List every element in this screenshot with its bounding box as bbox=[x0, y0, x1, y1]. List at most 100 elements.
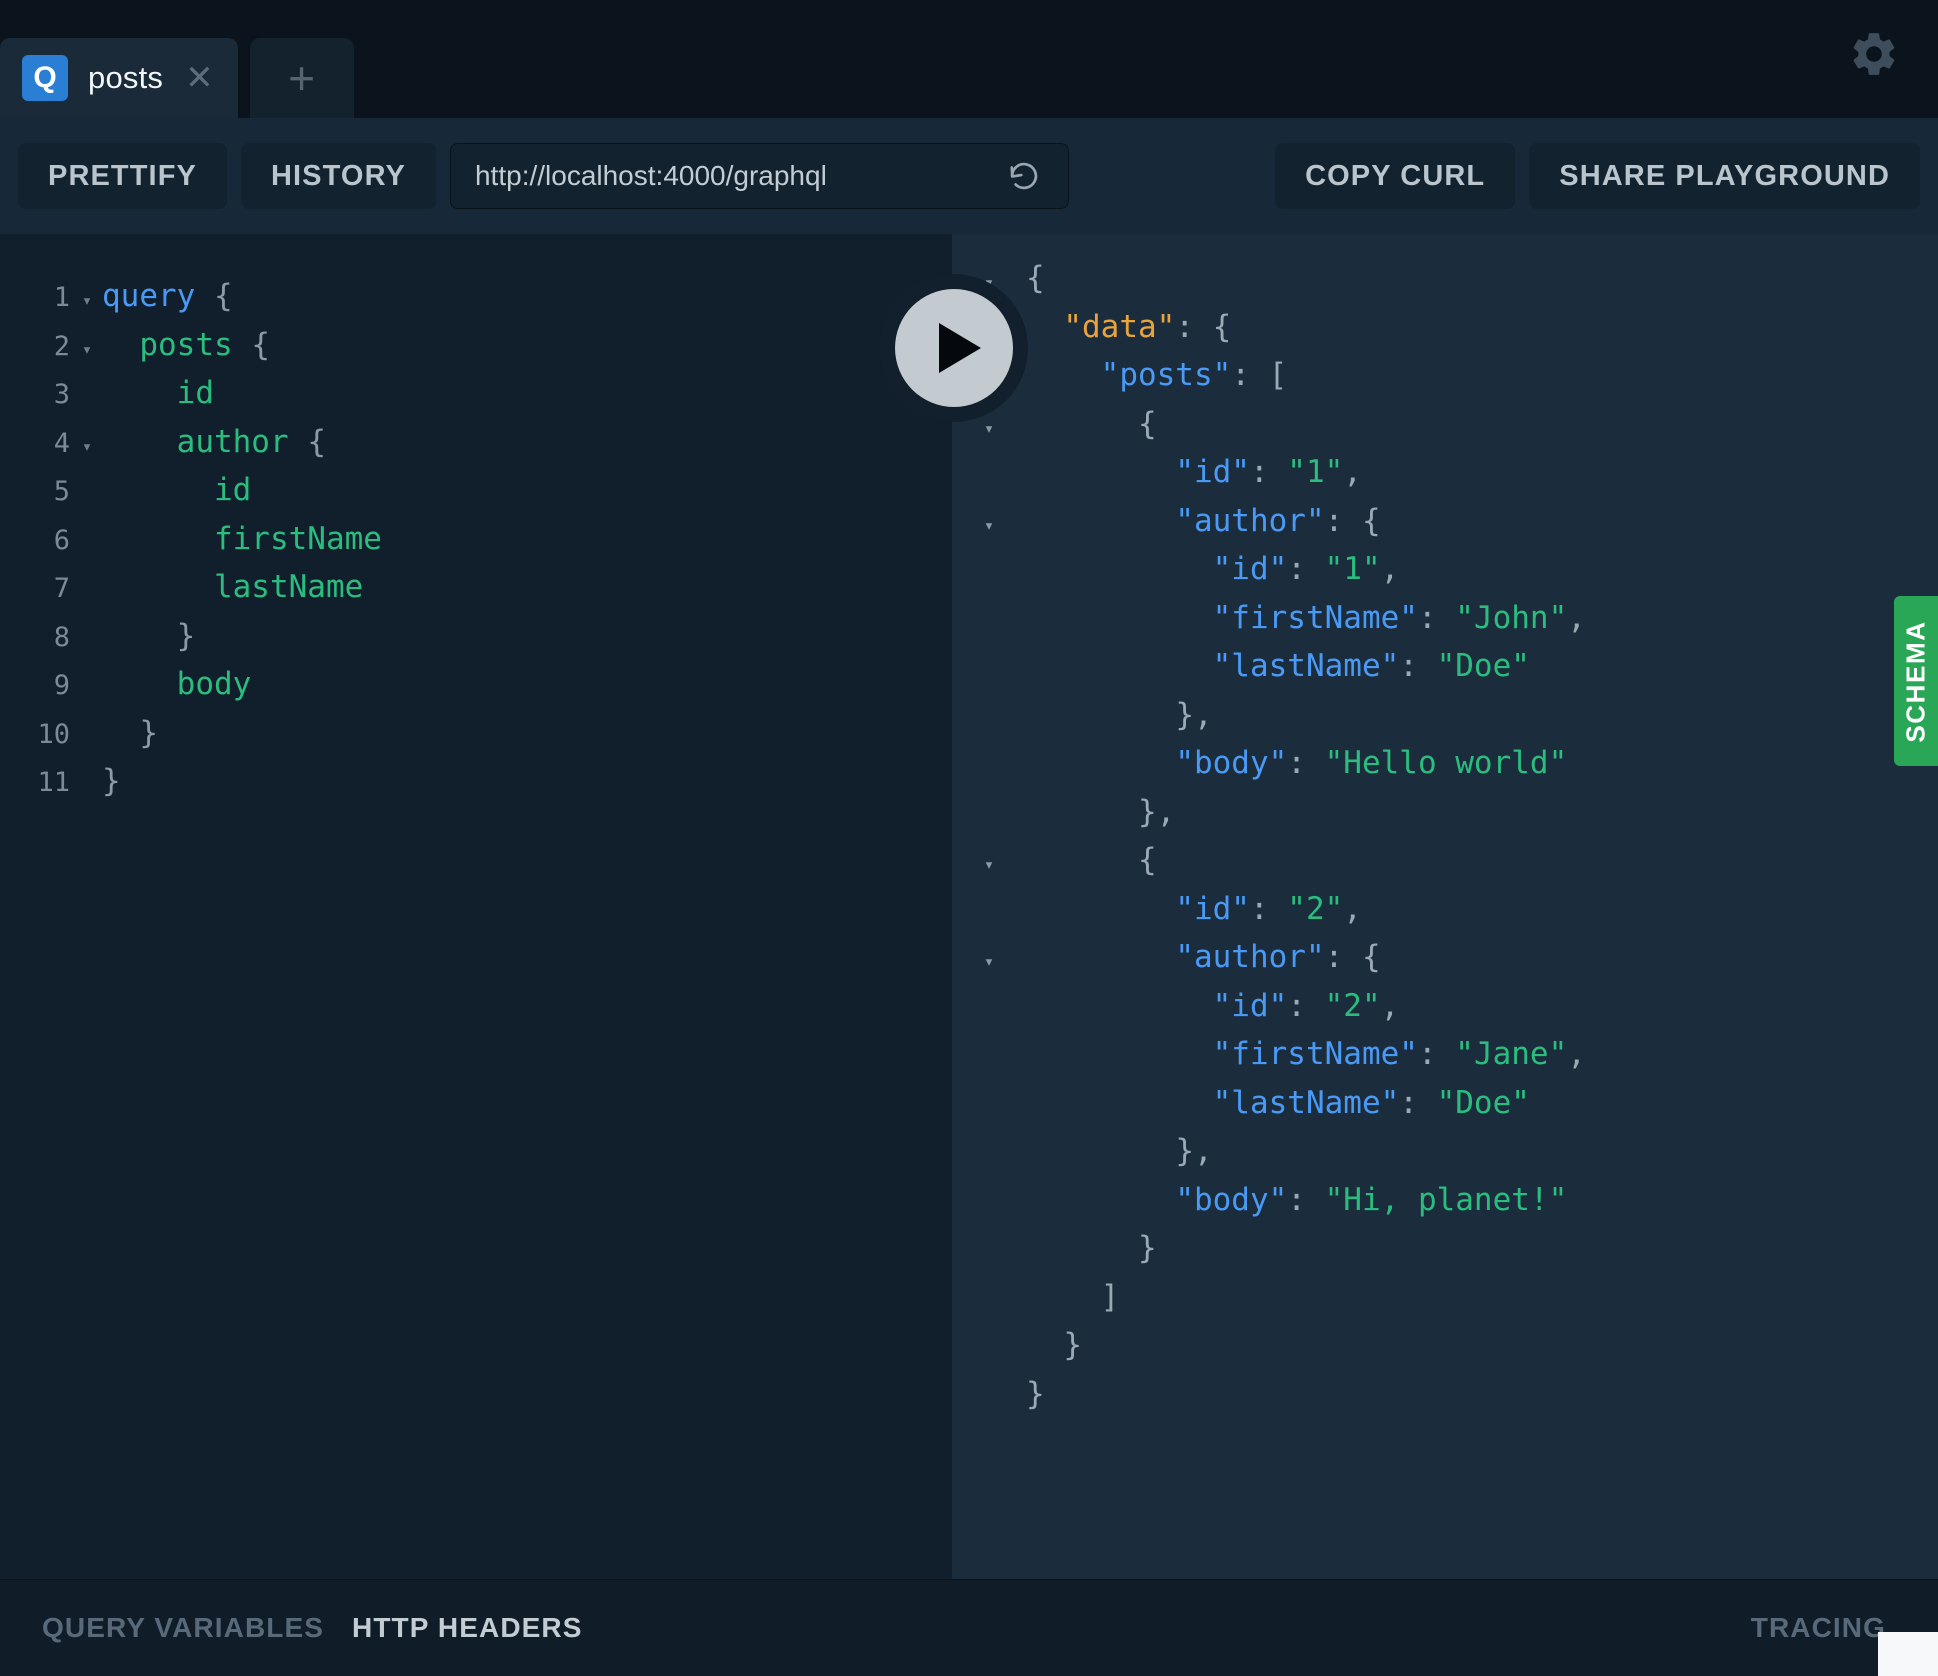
line-number: 3 bbox=[0, 371, 72, 420]
query-editor-pane[interactable]: 1▾query {2▾ posts {3 id4▾ author {5 id6 … bbox=[0, 234, 952, 1579]
line-number: 7 bbox=[0, 565, 72, 614]
fold-spacer bbox=[952, 1326, 1026, 1375]
response-line: }, bbox=[952, 1127, 1938, 1176]
response-line-text: { bbox=[1026, 400, 1157, 449]
response-line: "body": "Hi, planet!" bbox=[952, 1176, 1938, 1225]
fold-spacer bbox=[952, 1278, 1026, 1327]
query-editor-code[interactable]: 1▾query {2▾ posts {3 id4▾ author {5 id6 … bbox=[0, 234, 952, 806]
top-toolbar: PRETTIFY HISTORY http://localhost:4000/g… bbox=[0, 118, 1938, 234]
response-line-text: "id": "2", bbox=[1026, 982, 1399, 1031]
fold-spacer bbox=[72, 568, 102, 617]
editor-line-text: id bbox=[102, 369, 214, 418]
response-line-text: "lastName": "Doe" bbox=[1026, 1079, 1530, 1128]
response-line: ▾ "author": { bbox=[952, 497, 1938, 546]
copy-curl-button[interactable]: COPY CURL bbox=[1275, 143, 1515, 209]
editor-line: 3 id bbox=[0, 369, 952, 418]
response-line-text: "lastName": "Doe" bbox=[1026, 642, 1530, 691]
close-icon[interactable]: ✕ bbox=[185, 61, 214, 95]
schema-tab-button[interactable]: SCHEMA bbox=[1894, 596, 1938, 766]
editor-line-text: query { bbox=[102, 272, 233, 321]
response-line: } bbox=[952, 1224, 1938, 1273]
fold-caret-icon[interactable]: ▾ bbox=[72, 326, 102, 375]
fold-caret-icon[interactable]: ▾ bbox=[72, 277, 102, 326]
response-line-text: { bbox=[1026, 836, 1157, 885]
tab-query-variables[interactable]: QUERY VARIABLES bbox=[42, 1612, 324, 1644]
line-number: 2 bbox=[0, 323, 72, 372]
response-json: ▾{▾ "data": {▾ "posts": [▾ { "id": "1",▾… bbox=[952, 234, 1938, 1418]
history-button[interactable]: HISTORY bbox=[241, 143, 436, 209]
editor-line-text: firstName bbox=[102, 515, 382, 564]
response-line: "lastName": "Doe" bbox=[952, 642, 1938, 691]
tab-bar: Q posts ✕ + bbox=[0, 0, 1938, 118]
fold-caret-icon[interactable]: ▾ bbox=[952, 502, 1026, 551]
response-line: "id": "1", bbox=[952, 545, 1938, 594]
bottom-bar-left: QUERY VARIABLES HTTP HEADERS bbox=[0, 1580, 952, 1676]
response-line-text: } bbox=[1026, 1370, 1045, 1419]
response-line-text: "firstName": "Jane", bbox=[1026, 1030, 1586, 1079]
play-icon[interactable] bbox=[895, 289, 1013, 407]
fold-spacer bbox=[72, 520, 102, 569]
editor-line: 4▾ author { bbox=[0, 418, 952, 467]
endpoint-url-field[interactable]: http://localhost:4000/graphql bbox=[450, 143, 1069, 209]
response-line-text: "posts": [ bbox=[1026, 351, 1287, 400]
response-line: "lastName": "Doe" bbox=[952, 1079, 1938, 1128]
response-line-text: { bbox=[1026, 254, 1045, 303]
editor-line: 2▾ posts { bbox=[0, 321, 952, 370]
response-line: }, bbox=[952, 691, 1938, 740]
editor-line: 10 } bbox=[0, 709, 952, 758]
response-line-text: }, bbox=[1026, 691, 1213, 740]
response-line: "body": "Hello world" bbox=[952, 739, 1938, 788]
fold-spacer bbox=[72, 665, 102, 714]
reload-icon[interactable] bbox=[1004, 156, 1044, 196]
bottom-bar-right: TRACING bbox=[952, 1580, 1938, 1676]
resize-corner[interactable] bbox=[1878, 1632, 1938, 1676]
line-number: 4 bbox=[0, 420, 72, 469]
editor-line: 8 } bbox=[0, 612, 952, 661]
share-playground-button[interactable]: SHARE PLAYGROUND bbox=[1529, 143, 1920, 209]
fold-spacer bbox=[952, 744, 1026, 793]
execute-query-button[interactable] bbox=[880, 274, 1028, 422]
bottom-bar: QUERY VARIABLES HTTP HEADERS TRACING bbox=[0, 1579, 1938, 1676]
editor-line: 9 body bbox=[0, 660, 952, 709]
response-line: ] bbox=[952, 1273, 1938, 1322]
fold-caret-icon[interactable]: ▾ bbox=[952, 938, 1026, 987]
fold-spacer bbox=[72, 714, 102, 763]
editor-line: 5 id bbox=[0, 466, 952, 515]
fold-spacer bbox=[952, 890, 1026, 939]
fold-spacer bbox=[952, 987, 1026, 1036]
url-input[interactable]: http://localhost:4000/graphql bbox=[475, 160, 1004, 192]
response-line: ▾{ bbox=[952, 254, 1938, 303]
editor-line-text: lastName bbox=[102, 563, 363, 612]
fold-spacer bbox=[72, 374, 102, 423]
editor-line: 1▾query { bbox=[0, 272, 952, 321]
tab-posts[interactable]: Q posts ✕ bbox=[0, 38, 238, 118]
prettify-button[interactable]: PRETTIFY bbox=[18, 143, 227, 209]
response-line-text: "author": { bbox=[1026, 933, 1381, 982]
fold-caret-icon[interactable]: ▾ bbox=[72, 423, 102, 472]
editor-line-text: } bbox=[102, 709, 158, 758]
fold-caret-icon[interactable]: ▾ bbox=[952, 841, 1026, 890]
editor-line-text: author { bbox=[102, 418, 326, 467]
new-tab-button[interactable]: + bbox=[250, 38, 354, 118]
line-number: 11 bbox=[0, 759, 72, 808]
play-ring bbox=[880, 274, 1028, 422]
fold-spacer bbox=[952, 696, 1026, 745]
response-line: } bbox=[952, 1321, 1938, 1370]
tab-tracing[interactable]: TRACING bbox=[1751, 1612, 1886, 1644]
response-line: } bbox=[952, 1370, 1938, 1419]
response-line-text: "id": "2", bbox=[1026, 885, 1362, 934]
response-line: ▾ "data": { bbox=[952, 303, 1938, 352]
graphql-playground-app: Q posts ✕ + PRETTIFY HISTORY http://loca… bbox=[0, 0, 1938, 1676]
response-line-text: } bbox=[1026, 1321, 1082, 1370]
tab-http-headers[interactable]: HTTP HEADERS bbox=[352, 1612, 583, 1644]
response-line-text: "body": "Hello world" bbox=[1026, 739, 1567, 788]
response-line: "id": "2", bbox=[952, 982, 1938, 1031]
fold-spacer bbox=[952, 1375, 1026, 1424]
fold-spacer bbox=[952, 550, 1026, 599]
fold-spacer bbox=[952, 1084, 1026, 1133]
response-line: ▾ { bbox=[952, 836, 1938, 885]
editor-line-text: id bbox=[102, 466, 251, 515]
response-pane[interactable]: ▾{▾ "data": {▾ "posts": [▾ { "id": "1",▾… bbox=[952, 234, 1938, 1579]
settings-button[interactable] bbox=[1846, 26, 1902, 82]
graphql-q-icon: Q bbox=[22, 55, 68, 101]
